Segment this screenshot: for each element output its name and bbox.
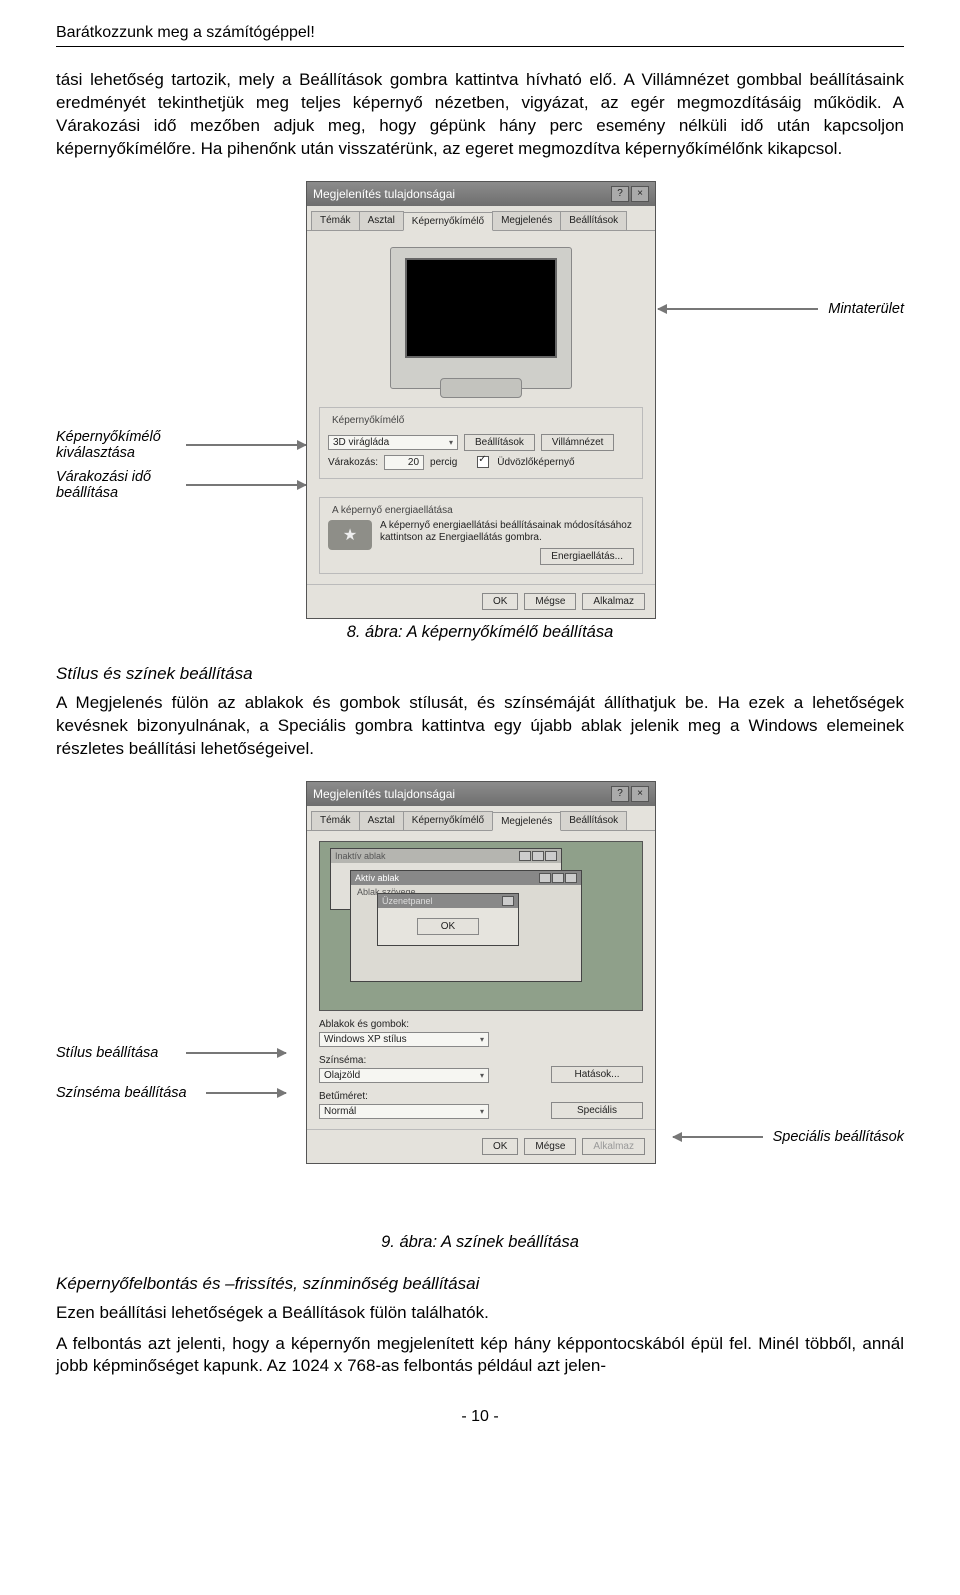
monitor-stand [440, 378, 522, 398]
close-icon [545, 851, 557, 861]
dialog-titlebar: Megjelenítés tulajdonságai ? × [307, 782, 655, 806]
help-icon[interactable]: ? [611, 186, 629, 202]
figure-caption-8: 8. ábra: A képernyőkímélő beállítása [56, 623, 904, 642]
page-number: - 10 - [56, 1408, 904, 1426]
running-header: Barátkozzunk meg a számítógéppel! [56, 24, 904, 47]
close-icon [502, 896, 514, 906]
screensaver-value: 3D virágláda [333, 437, 389, 448]
special-button[interactable]: Speciális [551, 1102, 643, 1119]
inactive-window-title: Inaktív ablak [335, 851, 386, 861]
apply-button[interactable]: Alkalmaz [582, 593, 645, 610]
tab-strip: Témák Asztal Képernyőkímélő Megjelenés B… [307, 206, 655, 231]
windows-buttons-label: Ablakok és gombok: [319, 1019, 643, 1030]
colorscheme-value: Olajzöld [324, 1070, 360, 1081]
colorscheme-select[interactable]: Olajzöld ▾ [319, 1068, 489, 1083]
tab-strip: Témák Asztal Képernyőkímélő Megjelenés B… [307, 806, 655, 831]
tab-settings[interactable]: Beállítások [560, 811, 627, 830]
fieldset-energy-legend: A képernyő energiaellátása [328, 505, 457, 516]
tab-screensaver[interactable]: Képernyőkímélő [403, 212, 493, 231]
tab-settings[interactable]: Beállítások [560, 211, 627, 230]
annot-preview-area: Mintaterület [828, 301, 904, 317]
arrow-icon [673, 1136, 763, 1138]
close-icon[interactable]: × [631, 786, 649, 802]
fontsize-select[interactable]: Normál ▾ [319, 1104, 489, 1119]
wait-label: Várakozás: [328, 457, 378, 468]
energy-star-icon: ★ [328, 520, 372, 550]
tab-themes[interactable]: Témák [311, 211, 360, 230]
dialog-title: Megjelenítés tulajdonságai [313, 787, 455, 801]
fontsize-label: Betűméret: [319, 1091, 543, 1102]
message-ok-button: OK [417, 918, 479, 935]
tab-screensaver[interactable]: Képernyőkímélő [403, 811, 493, 830]
colorscheme-label: Színséma: [319, 1055, 543, 1066]
windows-buttons-value: Windows XP stílus [324, 1034, 407, 1045]
welcome-checkbox[interactable] [477, 456, 489, 468]
appearance-preview: Inaktív ablak Aktív ablak Ablak szövege … [319, 841, 643, 1011]
settings-button[interactable]: Beállítások [464, 434, 535, 451]
arrow-icon [658, 308, 818, 310]
tab-appearance[interactable]: Megjelenés [492, 211, 561, 230]
preview-screen [405, 258, 557, 358]
annot-screensaver-select: Képernyőkímélő kiválasztása [56, 429, 186, 461]
max-icon [532, 851, 544, 861]
active-window-preview: Aktív ablak Ablak szövege Üzenetpanel OK [350, 870, 582, 982]
chevron-down-icon: ▾ [480, 1035, 484, 1044]
subhead-resolution: Képernyőfelbontás és –frissítés, színmin… [56, 1274, 904, 1294]
subhead-style-colors: Stílus és színek beállítása [56, 664, 904, 684]
dialog-titlebar: Megjelenítés tulajdonságai ? × [307, 182, 655, 206]
arrow-icon [206, 1092, 286, 1094]
chevron-down-icon: ▾ [449, 438, 453, 447]
arrow-icon [186, 1052, 286, 1054]
min-icon [539, 873, 551, 883]
chevron-down-icon: ▾ [480, 1071, 484, 1080]
annot-style-setting: Stílus beállítása [56, 1045, 186, 1061]
tab-appearance[interactable]: Megjelenés [492, 812, 561, 831]
ok-button[interactable]: OK [482, 1138, 518, 1155]
help-icon[interactable]: ? [611, 786, 629, 802]
preview-button[interactable]: Villámnézet [541, 434, 615, 451]
display-properties-dialog-2: Megjelenítés tulajdonságai ? × Témák Asz… [306, 781, 656, 1164]
max-icon [552, 873, 564, 883]
wait-input[interactable]: 20 [384, 455, 424, 470]
fieldset-screensaver-legend: Képernyőkímélő [328, 415, 408, 426]
fontsize-value: Normál [324, 1106, 356, 1117]
tab-desktop[interactable]: Asztal [359, 811, 404, 830]
active-window-title: Aktív ablak [355, 873, 399, 883]
close-icon[interactable]: × [631, 186, 649, 202]
display-properties-dialog-1: Megjelenítés tulajdonságai ? × Témák Asz… [306, 181, 656, 619]
min-icon [519, 851, 531, 861]
figure-caption-9: 9. ábra: A színek beállítása [56, 1233, 904, 1252]
paragraph-3b: A felbontás azt jelenti, hogy a képernyő… [56, 1333, 904, 1379]
apply-button: Alkalmaz [582, 1138, 645, 1155]
effects-button[interactable]: Hatások... [551, 1066, 643, 1083]
energy-button[interactable]: Energiaellátás... [540, 548, 634, 565]
welcome-label: Üdvözlőképernyő [497, 457, 574, 468]
annot-special-settings: Speciális beállítások [773, 1129, 904, 1145]
paragraph-3a: Ezen beállítási lehetőségek a Beállításo… [56, 1302, 904, 1325]
cancel-button[interactable]: Mégse [524, 593, 576, 610]
message-box-preview: Üzenetpanel OK [377, 893, 519, 946]
arrow-icon [186, 444, 306, 446]
chevron-down-icon: ▾ [480, 1107, 484, 1116]
screensaver-select[interactable]: 3D virágláda ▾ [328, 435, 458, 450]
wait-unit: percig [430, 457, 457, 468]
cancel-button[interactable]: Mégse [524, 1138, 576, 1155]
tab-desktop[interactable]: Asztal [359, 211, 404, 230]
close-icon [565, 873, 577, 883]
ok-button[interactable]: OK [482, 593, 518, 610]
arrow-icon [186, 484, 306, 486]
energy-text: A képernyő energiaellátási beállításaina… [380, 520, 634, 544]
preview-monitor [390, 247, 572, 389]
annot-colorscheme-setting: Színséma beállítása [56, 1085, 206, 1101]
windows-buttons-select[interactable]: Windows XP stílus ▾ [319, 1032, 489, 1047]
dialog-title: Megjelenítés tulajdonságai [313, 187, 455, 201]
paragraph-2: A Megjelenés fülön az ablakok és gombok … [56, 692, 904, 761]
paragraph-1: tási lehetőség tartozik, mely a Beállítá… [56, 69, 904, 161]
message-title: Üzenetpanel [382, 896, 433, 906]
tab-themes[interactable]: Témák [311, 811, 360, 830]
annot-wait-time: Várakozási idő beállítása [56, 469, 186, 501]
